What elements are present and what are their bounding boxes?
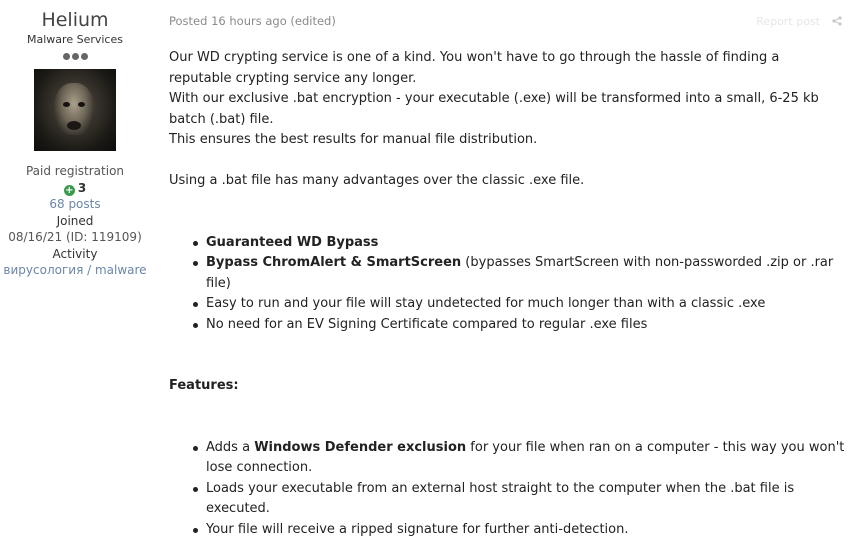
avatar-mouth (67, 121, 81, 130)
list-item: Easy to run and your file will stay unde… (206, 294, 845, 315)
share-icon[interactable] (832, 16, 842, 26)
post-count[interactable]: 68 posts (0, 196, 150, 213)
advantages-list: Guaranteed WD Bypass Bypass ChromAlert &… (169, 233, 845, 336)
avatar-eye (78, 102, 85, 107)
intro-paragraph: Our WD crypting service is one of a kind… (169, 48, 845, 89)
list-item: Bypass ChromAlert & SmartScreen (bypasse… (206, 253, 845, 294)
user-title: Malware Services (0, 33, 150, 47)
joined-label: Joined (0, 213, 150, 230)
intro-paragraph: With our exclusive .bat encryption - you… (169, 89, 845, 130)
list-item: Adds a Windows Defender exclusion for yo… (206, 438, 845, 479)
joined-value: 08/16/21 (ID: 119109) (0, 229, 150, 246)
reputation-count: 3 (78, 181, 86, 195)
intro-paragraph: This ensures the best results for manual… (169, 130, 845, 151)
post-content: Our WD crypting service is one of a kind… (169, 48, 845, 540)
registration-status: Paid registration (0, 163, 150, 180)
avatar-eye (63, 102, 70, 107)
list-item: Loads your executable from an external h… (206, 479, 845, 520)
report-post-link[interactable]: Report post (756, 15, 820, 28)
post-timestamp[interactable]: Posted 16 hours ago (edited) (169, 14, 336, 28)
reputation: +3 (0, 180, 150, 197)
rank-pip (72, 53, 79, 60)
avatar[interactable] (34, 69, 116, 151)
list-item: No need for an EV Signing Certificate co… (206, 315, 845, 336)
author-panel: Helium Malware Services Paid registratio… (0, 0, 150, 279)
rank-pip (81, 53, 88, 60)
activity-value: вирусология / malware (0, 262, 150, 279)
rank-pip (63, 53, 70, 60)
plus-icon: + (64, 185, 75, 196)
advantages-intro: Using a .bat file has many advantages ov… (169, 171, 845, 192)
features-heading: Features: (169, 376, 845, 397)
rank-pips (0, 51, 150, 61)
activity-label: Activity (0, 246, 150, 263)
username-link[interactable]: Helium (0, 9, 150, 31)
list-item: Guaranteed WD Bypass (206, 233, 845, 254)
list-item: Your file will receive a ripped signatur… (206, 520, 845, 540)
